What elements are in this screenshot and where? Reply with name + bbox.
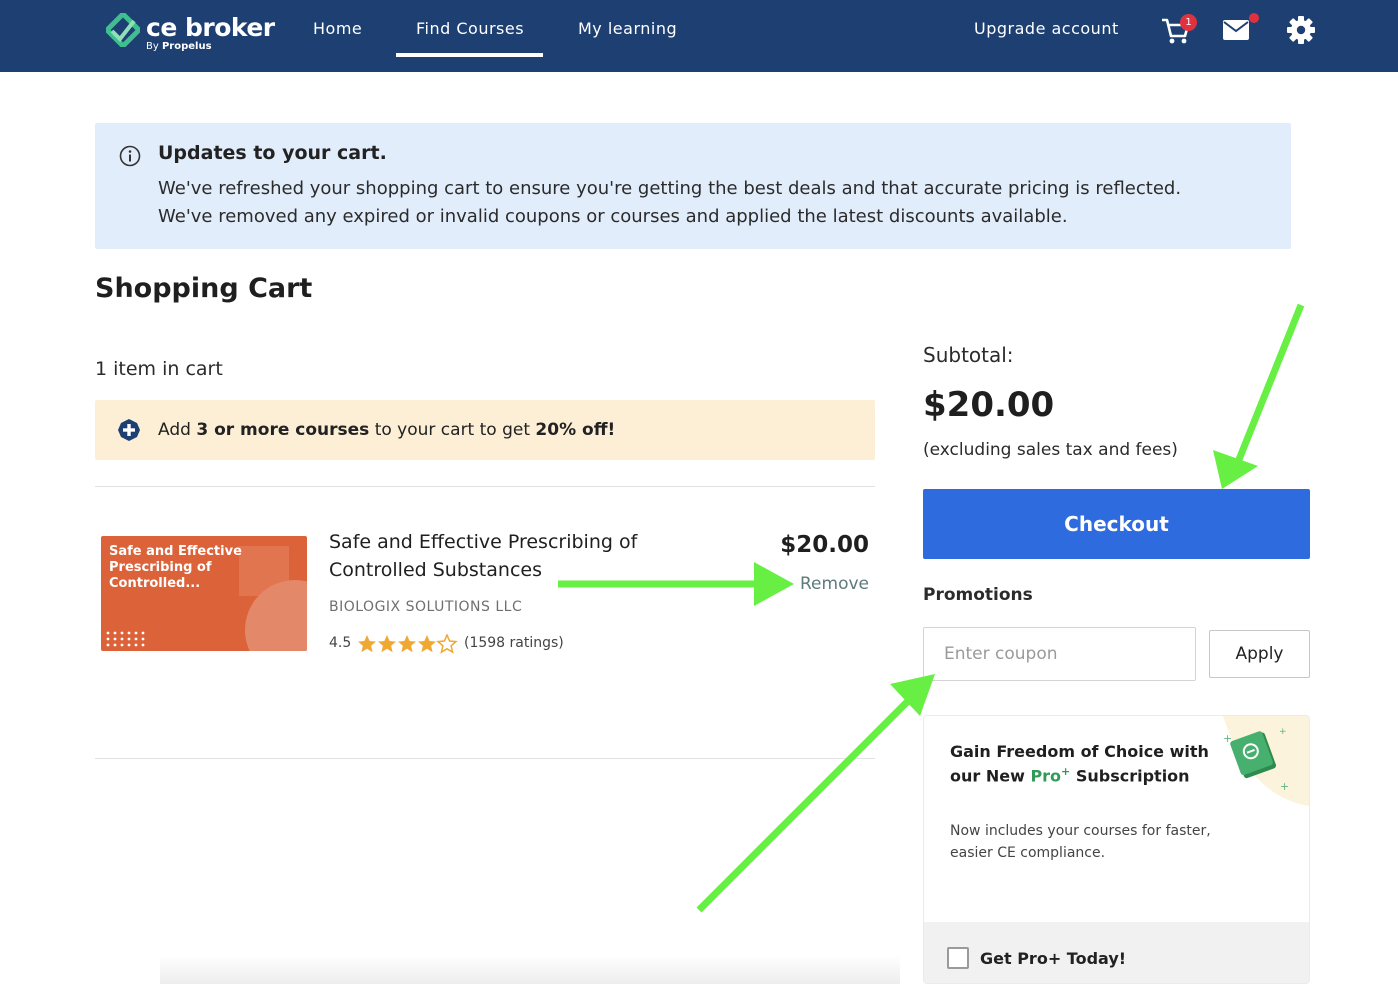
promo-highlight-courses: 3 or more courses <box>196 420 370 440</box>
pro-subscription-card: + + + Gain Freedom of Choice with our Ne… <box>923 715 1310 984</box>
coupon-input[interactable] <box>923 627 1196 681</box>
bulk-discount-banner: Add 3 or more courses to your cart to ge… <box>95 400 875 460</box>
pro-title-sup: + <box>1061 765 1071 778</box>
nav-home[interactable]: Home <box>313 19 362 38</box>
pro-card-title: Gain Freedom of Choice with our New Pro+… <box>950 742 1220 786</box>
subtotal-value: $20.00 <box>923 385 1055 425</box>
pro-title-part2: Subscription <box>1070 766 1190 786</box>
course-title-link[interactable]: Safe and Effective Prescribing of Contro… <box>329 528 669 584</box>
mail-notification-dot <box>1249 13 1259 23</box>
star-full-icon <box>358 635 376 653</box>
star-full-icon <box>378 635 396 653</box>
promotions-label: Promotions <box>923 585 1033 605</box>
info-icon <box>119 145 141 167</box>
logo-text: ce broker <box>146 13 275 42</box>
subtotal-label: Subtotal: <box>923 343 1014 367</box>
cart-divider-bottom <box>95 758 875 759</box>
bulk-discount-text: Add 3 or more courses to your cart to ge… <box>158 420 615 440</box>
bottom-shadow <box>160 955 900 984</box>
logo-subtitle: By Propelus <box>146 41 212 52</box>
banner-line-1: We've refreshed your shopping cart to en… <box>158 178 1182 199</box>
course-rating-count: (1598 ratings) <box>464 635 564 651</box>
checkout-button[interactable]: Checkout <box>923 489 1310 559</box>
top-navbar: ce broker By Propelus Home Find Courses … <box>0 0 1398 72</box>
pro-card-description: Now includes your courses for faster, ea… <box>950 823 1211 861</box>
arrow-to-checkout <box>1213 303 1305 489</box>
cart-update-banner: Updates to your cart. We've refreshed yo… <box>95 123 1291 249</box>
star-full-icon <box>418 635 436 653</box>
mail-icon[interactable] <box>1221 17 1251 43</box>
course-price: $20.00 <box>780 532 869 558</box>
promo-middle: to your cart to get <box>369 420 536 440</box>
logo-sub-prefix: By <box>146 41 162 52</box>
promo-prefix: Add <box>158 420 197 440</box>
banner-title: Updates to your cart. <box>158 142 387 164</box>
ce-broker-logo-icon <box>106 13 140 47</box>
ce-broker-logo[interactable]: ce broker By Propelus <box>106 12 276 58</box>
upgrade-account-link[interactable]: Upgrade account <box>974 19 1119 38</box>
remove-item-button[interactable]: Remove <box>769 574 869 594</box>
pro-subscription-checkbox[interactable] <box>947 947 969 969</box>
pro-card-footer: Get Pro+ Today! <box>924 922 1309 983</box>
cart-divider-top <box>95 486 875 487</box>
nav-active-indicator <box>396 53 543 57</box>
plus-circle-icon <box>118 419 140 441</box>
svg-text:+: + <box>1279 727 1287 737</box>
nav-my-learning[interactable]: My learning <box>578 19 677 38</box>
gear-icon[interactable] <box>1285 14 1317 46</box>
thumbnail-dots-pattern <box>106 631 145 647</box>
course-rating-value: 4.5 <box>329 635 352 651</box>
svg-text:+: + <box>1280 780 1289 793</box>
pro-title-pro: Pro <box>1030 766 1062 786</box>
cart-count-badge: 1 <box>1180 14 1197 31</box>
course-thumbnail[interactable]: Safe and Effective Prescribing of Contro… <box>101 536 307 651</box>
pro-badge-icon: + + + <box>1223 716 1309 806</box>
star-rating-icon <box>358 634 457 653</box>
nav-find-courses[interactable]: Find Courses <box>416 19 524 38</box>
promo-highlight-discount: 20% off! <box>535 420 616 440</box>
star-half-outline-icon <box>437 634 457 653</box>
apply-coupon-button[interactable]: Apply <box>1209 630 1310 678</box>
star-full-icon <box>398 635 416 653</box>
page-title: Shopping Cart <box>95 273 313 304</box>
cart-item-count: 1 item in cart <box>95 358 223 380</box>
logo-sub-brand: Propelus <box>161 41 212 52</box>
banner-line-2: We've removed any expired or invalid cou… <box>158 206 1068 227</box>
arrow-to-coupon <box>696 674 935 913</box>
subtotal-note: (excluding sales tax and fees) <box>923 440 1178 460</box>
course-provider: BIOLOGIX SOLUTIONS LLC <box>329 599 523 615</box>
pro-checkbox-label[interactable]: Get Pro+ Today! <box>980 949 1126 968</box>
thumbnail-title: Safe and Effective Prescribing of Contro… <box>109 544 242 591</box>
